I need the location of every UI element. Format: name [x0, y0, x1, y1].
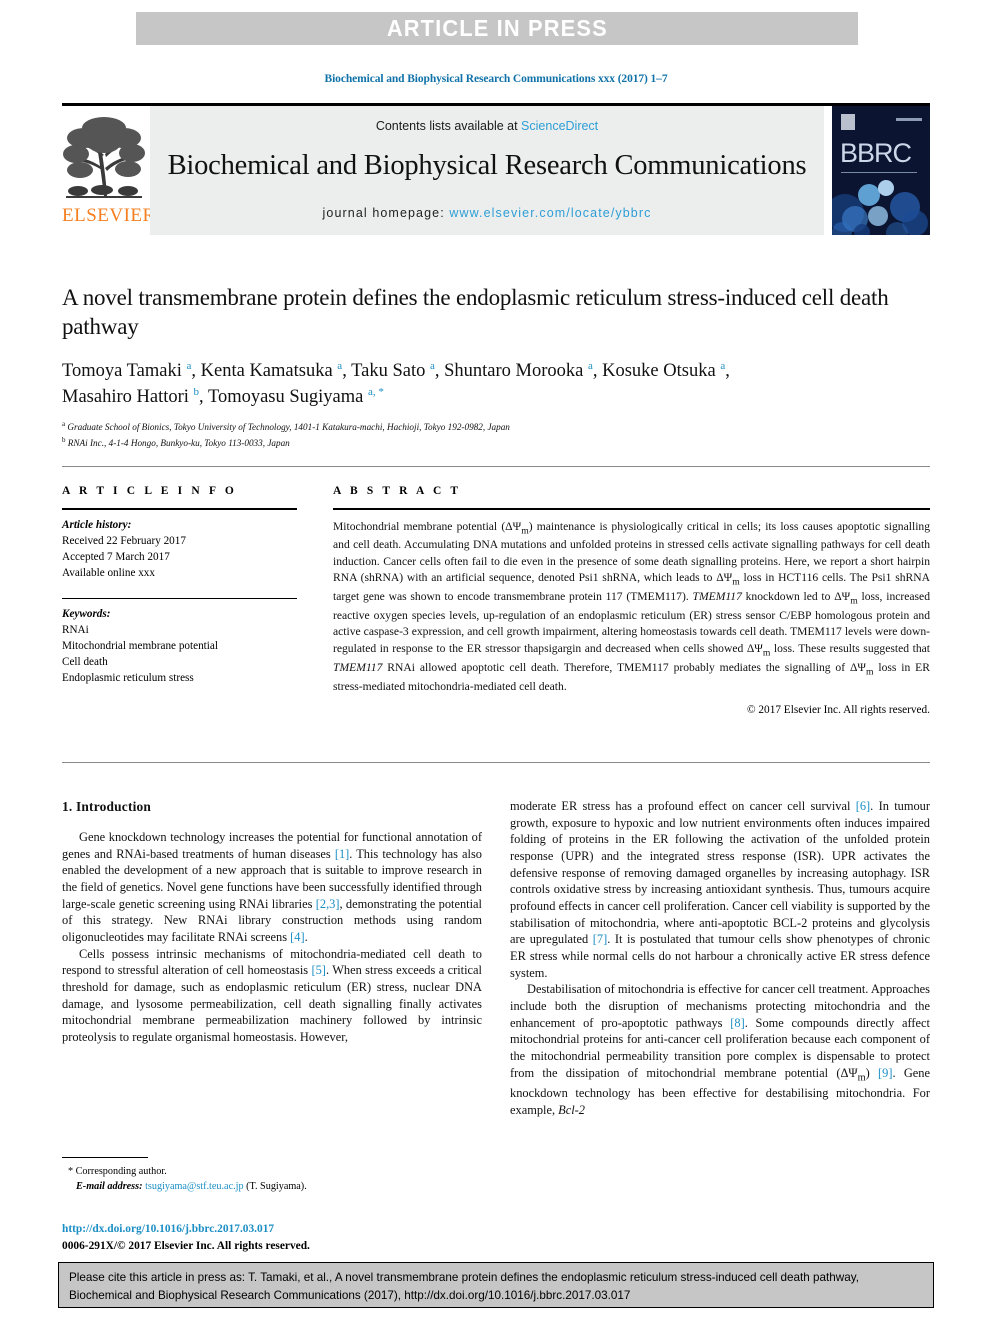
footnote-divider — [62, 1157, 148, 1158]
paragraph: moderate ER stress has a profound effect… — [510, 799, 930, 980]
paragraph: Cells possess intrinsic mechanisms of mi… — [62, 946, 482, 1045]
abstract-rule — [333, 508, 930, 510]
article-history-block: Article history: Received 22 February 20… — [62, 517, 297, 581]
keywords-label: Keywords: — [62, 608, 111, 621]
affiliation-b: b RNAi Inc., 4-1-4 Hongo, Bunkyo-ku, Tok… — [62, 436, 290, 449]
abstract-text: Mitochondrial membrane potential (ΔΨm) m… — [333, 519, 931, 693]
abstract-copyright: © 2017 Elsevier Inc. All rights reserved… — [746, 703, 930, 716]
article-in-press-label: ARTICLE IN PRESS — [386, 15, 608, 41]
cover-bokeh-2 — [858, 184, 880, 206]
corresponding-author-footnote: * Corresponding author. E-mail address: … — [62, 1157, 482, 1195]
paper-page: ARTICLE IN PRESS Biochemical and Biophys… — [0, 0, 992, 1323]
body-column-right: moderate ER stress has a profound effect… — [510, 798, 930, 1118]
affiliation-a: a Graduate School of Bionics, Tokyo Univ… — [62, 420, 510, 433]
issn-copyright-line: 0006-291X/© 2017 Elsevier Inc. All right… — [62, 1239, 310, 1252]
keywords-block: Keywords: RNAi Mitochondrial membrane po… — [62, 606, 297, 686]
keyword-item: Mitochondrial membrane potential — [62, 640, 218, 653]
cover-bokeh-3 — [878, 180, 894, 196]
article-history-label: Article history: — [62, 518, 132, 531]
corresponding-author-note: * Corresponding author. — [68, 1166, 167, 1177]
article-info-heading: A R T I C L E I N F O — [62, 485, 237, 497]
doi-block: http://dx.doi.org/10.1016/j.bbrc.2017.03… — [62, 1221, 482, 1254]
doi-link[interactable]: http://dx.doi.org/10.1016/j.bbrc.2017.03… — [62, 1221, 482, 1238]
cover-title-rule — [841, 172, 917, 173]
cover-bokeh-6 — [868, 206, 888, 226]
elsevier-logo: ELSEVIER — [62, 106, 156, 235]
journal-masthead: ELSEVIER Contents lists available at Sci… — [62, 103, 930, 235]
citation-notice-box: Please cite this article in press as: T.… — [58, 1262, 934, 1308]
info-section-top-rule — [62, 466, 930, 467]
paragraph: Gene knockdown technology increases the … — [62, 830, 482, 945]
sciencedirect-link[interactable]: ScienceDirect — [521, 119, 598, 133]
cover-society-logo-icon — [841, 114, 855, 130]
available-online: Available online xxx — [62, 566, 155, 579]
author-line-2: Masahiro Hattori b, Tomoyasu Sugiyama a,… — [62, 385, 384, 407]
email-link[interactable]: tsugiyama@stf.teu.ac.jp — [145, 1181, 244, 1192]
article-info-rule-2 — [62, 597, 297, 600]
article-info-section: A R T I C L E I N F O Article history: R… — [62, 485, 297, 686]
keyword-item: Cell death — [62, 656, 108, 669]
paragraph: Destabilisation of mitochondria is effec… — [510, 982, 930, 1117]
masthead-center: Contents lists available at ScienceDirec… — [150, 106, 824, 235]
abstract-section-bottom-rule — [62, 762, 930, 763]
cover-top-rule — [896, 118, 922, 121]
title-block: A novel transmembrane protein defines th… — [62, 283, 930, 451]
journal-homepage-line: journal homepage: www.elsevier.com/locat… — [323, 206, 652, 220]
article-info-rule-1 — [62, 508, 297, 510]
keyword-item: Endoplasmic reticulum stress — [62, 672, 194, 685]
cover-bokeh-9 — [854, 224, 870, 235]
bbrc-cover-thumbnail: BBRC — [832, 106, 930, 235]
section-heading-introduction: 1. Introduction — [62, 799, 152, 814]
homepage-url-link[interactable]: www.elsevier.com/locate/ybbrc — [449, 206, 651, 220]
cover-bokeh-8 — [832, 222, 852, 235]
author-line-1: Tomoya Tamaki a, Kenta Kamatsuka a, Taku… — [62, 359, 730, 382]
keyword-item: RNAi — [62, 624, 89, 637]
received-date: Received 22 February 2017 — [62, 534, 186, 547]
abstract-section: A B S T R A C T Mitochondrial membrane p… — [333, 485, 930, 716]
body-column-left: 1. Introduction Gene knockdown technolog… — [62, 798, 482, 1046]
homepage-label: journal homepage: — [322, 206, 450, 220]
accepted-date: Accepted 7 March 2017 — [62, 550, 170, 563]
page-title: A novel transmembrane protein defines th… — [62, 285, 889, 340]
cover-bbrc-wordmark: BBRC — [840, 138, 912, 168]
email-address-note: E-mail address: tsugiyama@stf.teu.ac.jp … — [62, 1179, 482, 1194]
author-list: Tomoya Tamaki a, Kenta Kamatsuka a, Taku… — [62, 359, 930, 410]
elsevier-tree-icon — [62, 110, 146, 204]
email-label: E-mail address: — [76, 1181, 143, 1193]
elsevier-wordmark: ELSEVIER — [62, 205, 156, 226]
abstract-heading: A B S T R A C T — [333, 485, 462, 497]
article-in-press-banner: ARTICLE IN PRESS — [136, 12, 858, 45]
affiliations: a Graduate School of Bionics, Tokyo Univ… — [62, 419, 930, 451]
contents-lists-line: Contents lists available at ScienceDirec… — [376, 119, 598, 133]
email-suffix: (T. Sugiyama). — [246, 1181, 307, 1193]
contents-prefix: Contents lists available at — [375, 119, 522, 133]
journal-reference-line: Biochemical and Biophysical Research Com… — [324, 73, 668, 85]
journal-title: Biochemical and Biophysical Research Com… — [167, 150, 807, 181]
